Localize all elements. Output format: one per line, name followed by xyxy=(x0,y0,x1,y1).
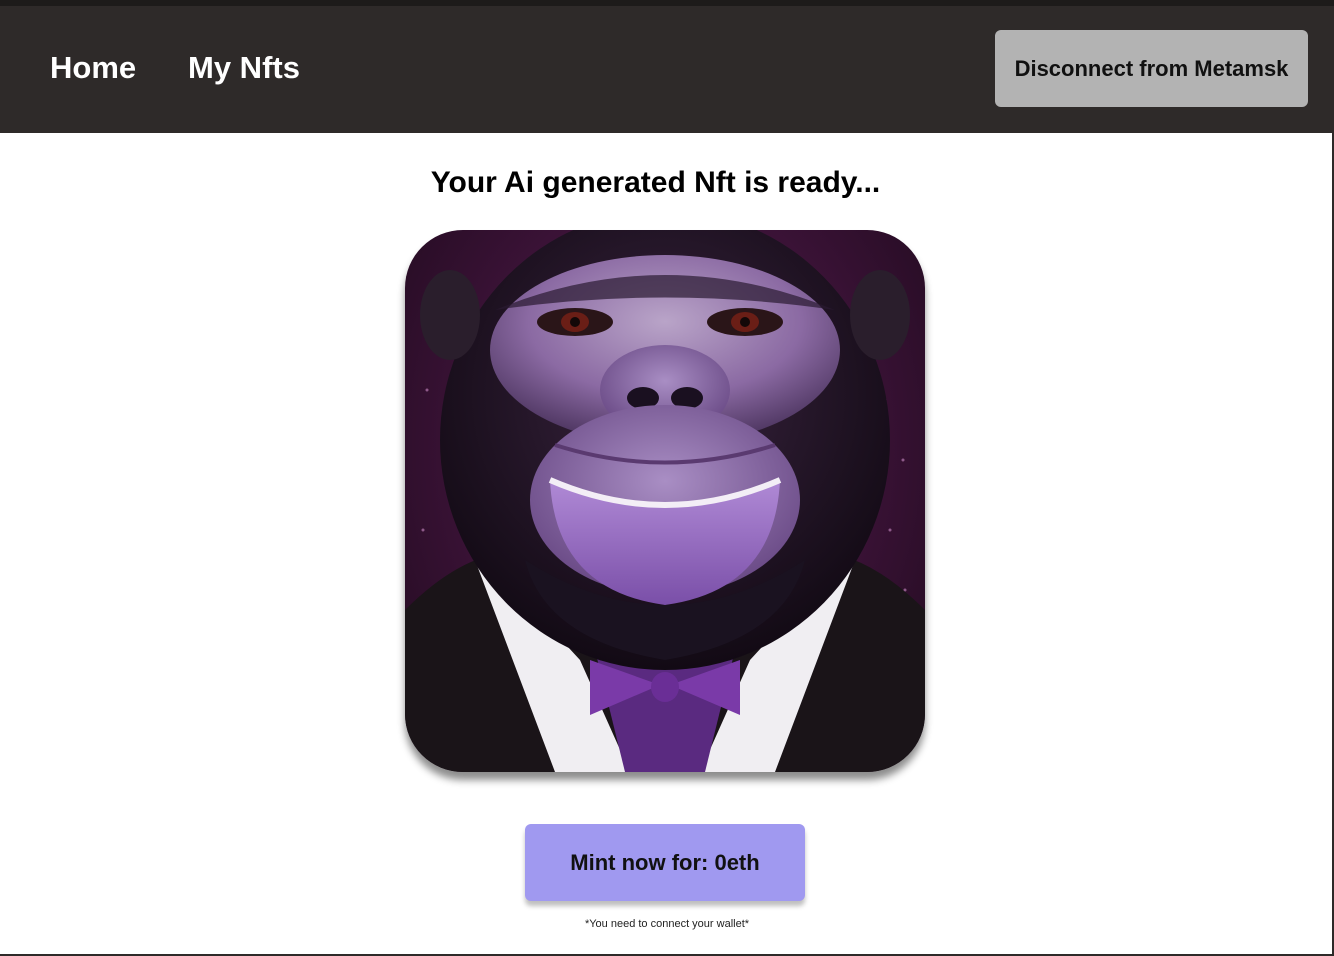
wallet-connect-note: *You need to connect your wallet* xyxy=(584,918,750,930)
navbar: Home My Nfts Disconnect from Metamsk xyxy=(0,6,1334,133)
page-headline: Your Ai generated Nft is ready... xyxy=(430,166,881,199)
mint-nft-button[interactable]: Mint now for: 0eth xyxy=(525,824,805,901)
nft-image xyxy=(405,230,925,772)
app-frame: Home My Nfts Disconnect from Metamsk You… xyxy=(0,0,1334,956)
gorilla-illustration xyxy=(405,230,925,772)
nav-home-link[interactable]: Home xyxy=(50,50,136,86)
nav-my-nfts-link[interactable]: My Nfts xyxy=(188,50,300,86)
disconnect-metamask-button[interactable]: Disconnect from Metamsk xyxy=(995,30,1308,107)
